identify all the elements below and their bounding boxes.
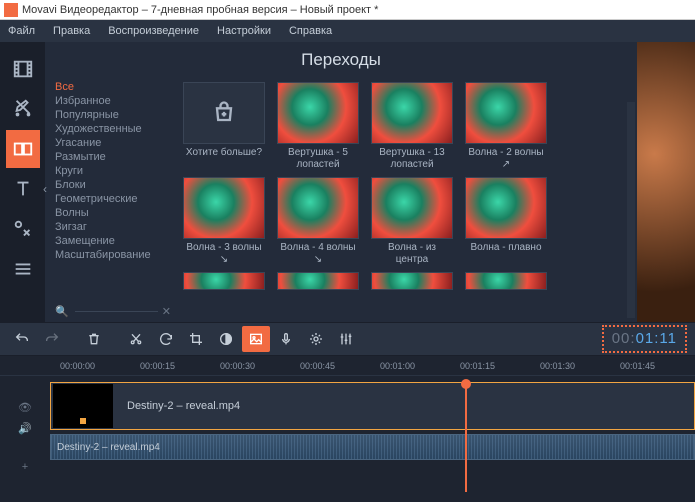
transitions-panel: Переходы ‹ Все Избранное Популярные Худо… (45, 42, 637, 322)
rotate-button[interactable] (152, 326, 180, 352)
mic-button[interactable] (272, 326, 300, 352)
cut-button[interactable] (122, 326, 150, 352)
panel-title: Переходы (45, 42, 637, 76)
clip-thumbnail (53, 384, 113, 428)
transition-item[interactable]: Волна - 2 волны ↗ (465, 82, 547, 171)
tracks-container: 👁 🔊 + Destiny-2 – reveal.mp4 Destiny-2 –… (0, 382, 695, 492)
window-title-bar: Movavi Видеоредактор – 7-дневная пробная… (0, 0, 695, 20)
timecode-display[interactable]: 00:01:11 (602, 325, 687, 353)
category-item[interactable]: Популярные (55, 108, 177, 122)
clip-label: Destiny-2 – reveal.mp4 (127, 400, 240, 412)
transitions-grid: Хотите больше? Вертушка - 5 лопастей Вер… (177, 76, 637, 322)
audio-track-clip[interactable]: Destiny-2 – reveal.mp4 (50, 434, 695, 460)
delete-button[interactable] (80, 326, 108, 352)
transition-item[interactable]: Вертушка - 13 лопастей (371, 82, 453, 171)
menu-help[interactable]: Справка (289, 25, 332, 37)
titles-tool[interactable] (6, 170, 40, 208)
category-all[interactable]: Все (55, 80, 177, 94)
transition-item[interactable] (371, 272, 453, 290)
transitions-tool[interactable] (6, 130, 40, 168)
category-item[interactable]: Масштабирование (55, 248, 177, 262)
transition-item[interactable] (183, 272, 265, 290)
clear-icon[interactable]: ✕ (162, 305, 171, 318)
timeline-toolbar: 00:01:11 (0, 322, 695, 356)
media-tool[interactable] (6, 50, 40, 88)
menu-edit[interactable]: Правка (53, 25, 90, 37)
search-input[interactable] (75, 311, 158, 312)
audio-label: Destiny-2 – reveal.mp4 (57, 442, 160, 453)
window-title: Movavi Видеоредактор – 7-дневная пробная… (22, 4, 378, 16)
category-item[interactable]: Волны (55, 206, 177, 220)
category-item[interactable]: Круги (55, 164, 177, 178)
playhead[interactable] (465, 382, 467, 492)
transition-item[interactable]: Волна - плавно (465, 177, 547, 266)
tool-rail (0, 42, 45, 322)
transition-item[interactable] (277, 272, 359, 290)
timeline: 00:00:00 00:00:15 00:00:30 00:00:45 00:0… (0, 356, 695, 492)
search-icon[interactable]: 🔍 (55, 305, 69, 318)
category-item[interactable]: Размытие (55, 150, 177, 164)
category-item[interactable]: Блоки (55, 178, 177, 192)
category-list: Все Избранное Популярные Художественные … (45, 76, 177, 322)
search-row: 🔍 ✕ (55, 305, 171, 318)
transition-item[interactable]: Вертушка - 5 лопастей (277, 82, 359, 171)
image-button[interactable] (242, 326, 270, 352)
stickers-tool[interactable] (6, 210, 40, 248)
time-ruler[interactable]: 00:00:00 00:00:15 00:00:30 00:00:45 00:0… (0, 356, 695, 376)
transition-item[interactable]: Волна - 3 волны ↘ (183, 177, 265, 266)
transition-item[interactable] (465, 272, 547, 290)
transition-shop[interactable]: Хотите больше? (183, 82, 265, 171)
settings-button[interactable] (302, 326, 330, 352)
filters-tool[interactable] (6, 90, 40, 128)
menu-playback[interactable]: Воспроизведение (108, 25, 199, 37)
menu-file[interactable]: Файл (8, 25, 35, 37)
transition-item[interactable]: Волна - 4 волны ↘ (277, 177, 359, 266)
redo-button[interactable] (38, 326, 66, 352)
category-item[interactable]: Зигзаг (55, 220, 177, 234)
app-icon (4, 3, 18, 17)
scrollbar[interactable] (627, 102, 635, 318)
mute-icon[interactable]: 🔊 (18, 422, 32, 435)
crop-button[interactable] (182, 326, 210, 352)
more-tool[interactable] (6, 250, 40, 288)
category-item[interactable]: Угасание (55, 136, 177, 150)
menu-bar: Файл Правка Воспроизведение Настройки Сп… (0, 20, 695, 42)
menu-settings[interactable]: Настройки (217, 25, 271, 37)
preview-pane (637, 42, 695, 322)
category-item[interactable]: Художественные (55, 122, 177, 136)
visibility-icon[interactable]: 👁 (18, 401, 32, 414)
undo-button[interactable] (8, 326, 36, 352)
video-track-clip[interactable]: Destiny-2 – reveal.mp4 (50, 382, 695, 430)
category-item[interactable]: Избранное (55, 94, 177, 108)
equalizer-button[interactable] (332, 326, 360, 352)
transition-item[interactable]: Волна - из центра (371, 177, 453, 266)
extra-track-row (50, 464, 695, 482)
category-item[interactable]: Замещение (55, 234, 177, 248)
add-track-icon[interactable]: + (22, 461, 28, 473)
color-button[interactable] (212, 326, 240, 352)
track-controls: 👁 🔊 + (0, 382, 50, 492)
category-item[interactable]: Геометрические (55, 192, 177, 206)
